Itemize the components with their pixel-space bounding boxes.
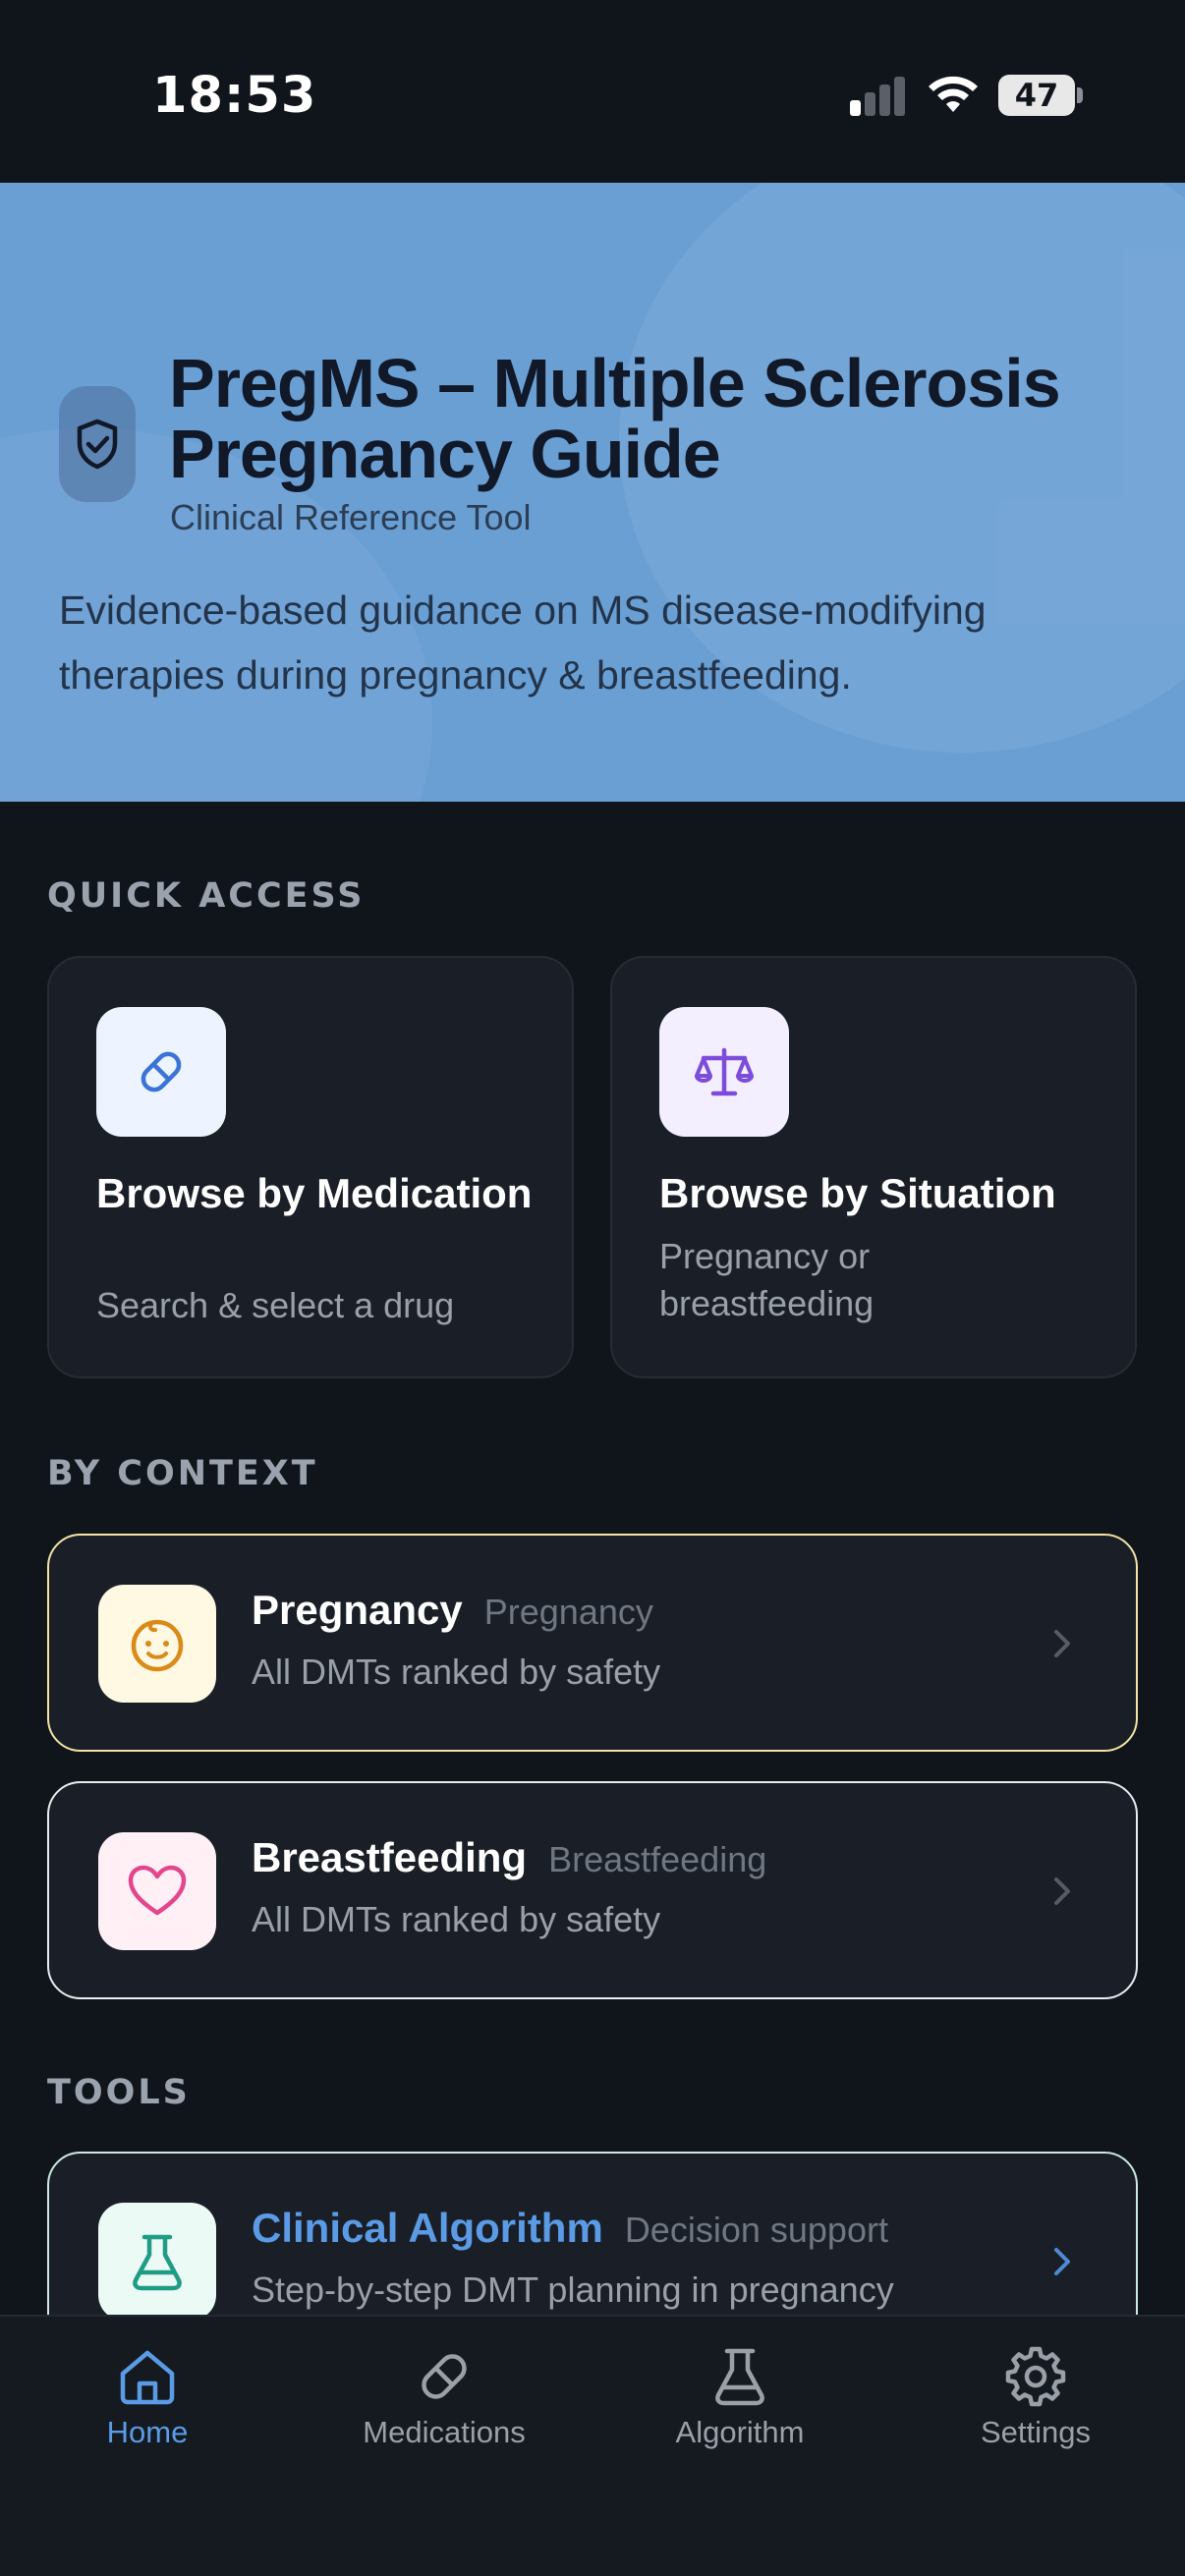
row-tag: Breastfeeding xyxy=(548,1839,767,1879)
status-time: 18:53 xyxy=(152,67,317,125)
card-title: Browse by Medication xyxy=(96,1170,533,1216)
flask-icon xyxy=(715,2348,764,2406)
nav-item-medications[interactable]: Medications xyxy=(297,2346,592,2454)
section-label-quick-access: QUICK ACCESS xyxy=(47,876,366,916)
wifi-icon xyxy=(929,76,978,112)
nav-item-home[interactable]: Home xyxy=(0,2346,295,2454)
row-title: Clinical Algorithm Decision support xyxy=(252,2205,888,2251)
bottom-nav: Home Medications Algorithm Settings xyxy=(0,2315,1185,2576)
card-title: Browse by Situation xyxy=(659,1170,1056,1216)
pregnancy-context-row[interactable]: Pregnancy Pregnancy All DMTs ranked by sa… xyxy=(47,1534,1138,1752)
hero-banner: PregMS – Multiple Sclerosis Pregnancy Gu… xyxy=(0,183,1185,802)
nav-label: Settings xyxy=(980,2415,1091,2449)
battery-level: 47 xyxy=(998,75,1075,116)
home-screen: 18:53 47 PregMS – Multiple Sclerosis Pre… xyxy=(0,0,1185,2576)
home-icon xyxy=(120,2350,175,2405)
row-subtitle: Step-by-step DMT planning in pregnancy xyxy=(252,2269,894,2310)
nav-item-settings[interactable]: Settings xyxy=(888,2346,1183,2454)
nav-item-algorithm[interactable]: Algorithm xyxy=(592,2346,887,2454)
card-subtitle: Pregnancy or breastfeeding xyxy=(659,1236,875,1323)
nav-label: Medications xyxy=(363,2415,526,2449)
nav-label: Algorithm xyxy=(675,2415,805,2449)
chevron-right-icon xyxy=(1054,2248,1070,2275)
row-subtitle: All DMTs ranked by safety xyxy=(252,1652,661,1692)
flask-icon xyxy=(98,2203,216,2321)
pill-icon xyxy=(422,2354,467,2399)
scale-icon xyxy=(659,1007,789,1137)
app-subtitle: Clinical Reference Tool xyxy=(170,497,532,537)
status-bar: 18:53 47 xyxy=(0,0,1185,183)
gear-icon xyxy=(1005,2346,1066,2407)
shield-check-icon xyxy=(59,386,136,502)
row-tag: Decision support xyxy=(624,2210,888,2250)
browse-by-medication-card[interactable]: Browse by Medication Search & select a d… xyxy=(47,956,574,1378)
app-title: PregMS – Multiple Sclerosis Pregnancy Gu… xyxy=(169,345,1061,492)
row-title: Pregnancy Pregnancy xyxy=(252,1587,653,1633)
section-label-by-context: BY CONTEXT xyxy=(47,1454,318,1493)
heart-icon xyxy=(98,1832,216,1950)
chevron-right-icon xyxy=(1054,1877,1070,1905)
browse-by-situation-card[interactable]: Browse by Situation Pregnancy or breastf… xyxy=(610,956,1137,1378)
row-title: Breastfeeding Breastfeeding xyxy=(252,1834,767,1880)
chevron-right-icon xyxy=(1054,1630,1070,1657)
row-tag: Pregnancy xyxy=(483,1592,653,1632)
baby-face-icon xyxy=(98,1585,216,1703)
card-subtitle: Search & select a drug xyxy=(96,1285,455,1325)
app-description: Evidence-based guidance on MS disease-mo… xyxy=(59,588,987,698)
pill-icon xyxy=(96,1007,226,1137)
section-label-tools: TOOLS xyxy=(47,2073,191,2112)
row-subtitle: All DMTs ranked by safety xyxy=(252,1899,661,1939)
breastfeeding-context-row[interactable]: Breastfeeding Breastfeeding All DMTs rank… xyxy=(47,1781,1138,1999)
nav-label: Home xyxy=(106,2415,189,2449)
cellular-signal-icon xyxy=(850,77,905,116)
battery-indicator: 47 xyxy=(998,75,1083,116)
